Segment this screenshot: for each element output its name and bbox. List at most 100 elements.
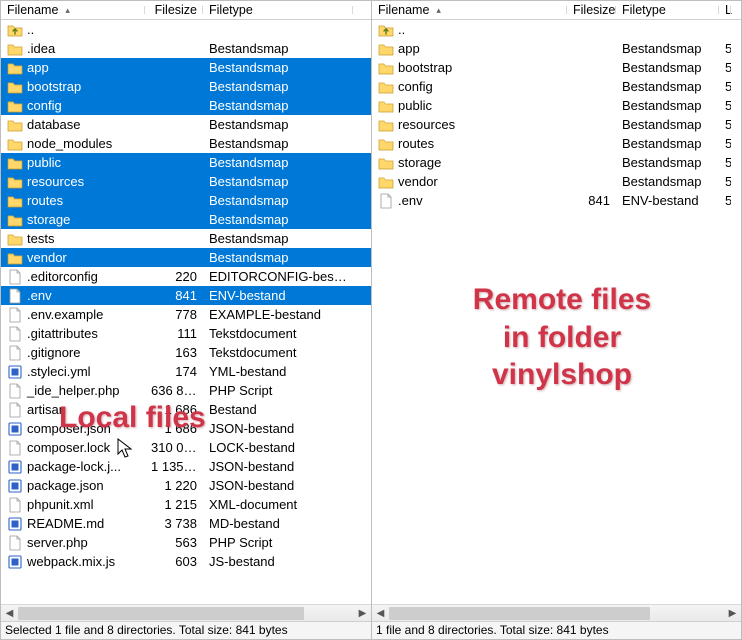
- col-filetype[interactable]: Filetype: [616, 3, 719, 17]
- file-icon: [7, 345, 23, 361]
- filetype-label: JSON-bestand: [203, 457, 353, 476]
- filetype-label: LOCK-bestand: [203, 438, 353, 457]
- file-row[interactable]: .env.example778EXAMPLE-bestand: [1, 305, 371, 324]
- scroll-right-icon[interactable]: ▶: [354, 605, 371, 622]
- folder-row[interactable]: node_modulesBestandsmap: [1, 134, 371, 153]
- col-filesize[interactable]: Filesize: [567, 3, 616, 17]
- folder-row[interactable]: resourcesBestandsmap: [1, 172, 371, 191]
- filename-label: composer.lock: [27, 438, 110, 457]
- filetype-label: Bestandsmap: [616, 172, 719, 191]
- folder-row[interactable]: configBestandsmap5: [372, 77, 741, 96]
- folder-row[interactable]: publicBestandsmap5: [372, 96, 741, 115]
- filebox-icon: [7, 554, 23, 570]
- extra-label: 5: [719, 191, 731, 210]
- folder-row[interactable]: bootstrapBestandsmap5: [372, 58, 741, 77]
- scroll-thumb[interactable]: [389, 607, 650, 620]
- extra-label: 5: [719, 172, 731, 191]
- file-row[interactable]: phpunit.xml1 215XML-document: [1, 495, 371, 514]
- file-row[interactable]: composer.lock310 007LOCK-bestand: [1, 438, 371, 457]
- file-row[interactable]: .env841ENV-bestand: [1, 286, 371, 305]
- column-header[interactable]: Filename▴ Filesize Filetype: [1, 1, 371, 20]
- folder-row[interactable]: appBestandsmap: [1, 58, 371, 77]
- file-row[interactable]: .env841ENV-bestand5: [372, 191, 741, 210]
- scroll-track[interactable]: [18, 605, 354, 622]
- filetype-label: PHP Script: [203, 381, 353, 400]
- folder-icon: [7, 41, 23, 57]
- folder-icon: [7, 79, 23, 95]
- scroll-right-icon[interactable]: ▶: [724, 605, 741, 622]
- col-filename[interactable]: Filename▴: [372, 3, 567, 17]
- file-row[interactable]: artisan1 686Bestand: [1, 400, 371, 419]
- filename-label: app: [27, 58, 49, 77]
- filesize-label: 111: [145, 324, 203, 343]
- folder-row[interactable]: databaseBestandsmap: [1, 115, 371, 134]
- filetype-label: Bestandsmap: [203, 39, 353, 58]
- filebox-icon: [7, 364, 23, 380]
- col-extra[interactable]: L: [719, 3, 731, 17]
- file-list[interactable]: ..appBestandsmap5bootstrapBestandsmap5co…: [372, 20, 741, 604]
- file-list[interactable]: ...ideaBestandsmapappBestandsmapbootstra…: [1, 20, 371, 604]
- folder-row[interactable]: configBestandsmap: [1, 96, 371, 115]
- filesize-label: 163: [145, 343, 203, 362]
- filename-label: artisan: [27, 400, 66, 419]
- folder-row[interactable]: publicBestandsmap: [1, 153, 371, 172]
- file-row[interactable]: .gitignore 163Tekstdocument: [1, 343, 371, 362]
- filename-label: README.md: [27, 514, 104, 533]
- file-row[interactable]: webpack.mix.js603JS-bestand: [1, 552, 371, 571]
- scroll-track[interactable]: [389, 605, 724, 622]
- file-row[interactable]: .gitattributes111Tekstdocument: [1, 324, 371, 343]
- folder-row[interactable]: vendorBestandsmap: [1, 248, 371, 267]
- folder-row[interactable]: appBestandsmap5: [372, 39, 741, 58]
- up-icon: [7, 22, 23, 38]
- file-row[interactable]: _ide_helper.php636 863PHP Script: [1, 381, 371, 400]
- folder-row[interactable]: testsBestandsmap: [1, 229, 371, 248]
- folder-icon: [378, 79, 394, 95]
- column-header[interactable]: Filename▴ Filesize Filetype L: [372, 1, 741, 20]
- folder-row[interactable]: storageBestandsmap: [1, 210, 371, 229]
- filesize-label: 1 686: [145, 419, 203, 438]
- file-row[interactable]: .styleci.yml174YML-bestand: [1, 362, 371, 381]
- folder-row[interactable]: .ideaBestandsmap: [1, 39, 371, 58]
- file-icon: [7, 535, 23, 551]
- filename-label: tests: [27, 229, 54, 248]
- filetype-label: Bestandsmap: [203, 134, 353, 153]
- filename-label: .styleci.yml: [27, 362, 91, 381]
- status-bar: 1 file and 8 directories. Total size: 84…: [372, 621, 741, 639]
- file-row[interactable]: README.md3 738MD-bestand: [1, 514, 371, 533]
- folder-icon: [7, 212, 23, 228]
- status-bar: Selected 1 file and 8 directories. Total…: [1, 621, 371, 639]
- filetype-label: Bestandsmap: [616, 134, 719, 153]
- folder-row[interactable]: routesBestandsmap: [1, 191, 371, 210]
- parent-dir-row[interactable]: ..: [1, 20, 371, 39]
- col-filename[interactable]: Filename▴: [1, 3, 145, 17]
- extra-label: 5: [719, 115, 731, 134]
- scroll-left-icon[interactable]: ◀: [1, 605, 18, 622]
- scroll-thumb[interactable]: [18, 607, 304, 620]
- folder-icon: [7, 174, 23, 190]
- folder-row[interactable]: storageBestandsmap5: [372, 153, 741, 172]
- file-row[interactable]: package-lock.j...1 135 029JSON-bestand: [1, 457, 371, 476]
- folder-row[interactable]: vendorBestandsmap5: [372, 172, 741, 191]
- file-row[interactable]: package.json1 220JSON-bestand: [1, 476, 371, 495]
- filesize-label: 603: [145, 552, 203, 571]
- col-filesize[interactable]: Filesize: [145, 3, 203, 17]
- parent-dir-row[interactable]: ..: [372, 20, 741, 39]
- file-row[interactable]: .editorconfig220EDITORCONFIG-bestand: [1, 267, 371, 286]
- filetype-label: Bestandsmap: [616, 58, 719, 77]
- filename-label: resources: [398, 115, 455, 134]
- filetype-label: Tekstdocument: [203, 343, 353, 362]
- horizontal-scrollbar[interactable]: ◀ ▶: [1, 604, 371, 621]
- folder-row[interactable]: bootstrapBestandsmap: [1, 77, 371, 96]
- file-row[interactable]: composer.json1 686JSON-bestand: [1, 419, 371, 438]
- filename-label: .gitignore: [27, 343, 80, 362]
- folder-row[interactable]: resourcesBestandsmap5: [372, 115, 741, 134]
- horizontal-scrollbar[interactable]: ◀ ▶: [372, 604, 741, 621]
- filetype-label: Bestandsmap: [616, 153, 719, 172]
- filetype-label: EXAMPLE-bestand: [203, 305, 353, 324]
- filesize-label: 841: [567, 191, 616, 210]
- folder-row[interactable]: routesBestandsmap5: [372, 134, 741, 153]
- folder-icon: [378, 174, 394, 190]
- file-row[interactable]: server.php563PHP Script: [1, 533, 371, 552]
- scroll-left-icon[interactable]: ◀: [372, 605, 389, 622]
- col-filetype[interactable]: Filetype: [203, 3, 353, 17]
